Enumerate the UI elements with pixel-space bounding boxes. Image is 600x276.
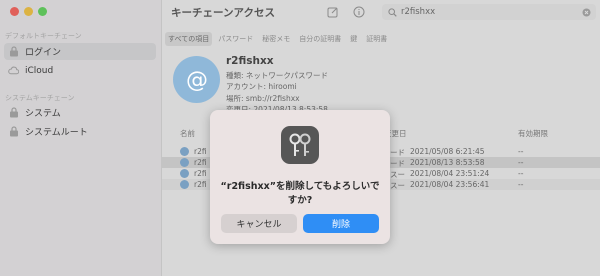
modal-overlay: “r2fishxx”を削除してもよろしいですか? キャンセル 削除 bbox=[0, 0, 600, 276]
cancel-button[interactable]: キャンセル bbox=[221, 214, 297, 233]
keychain-app-icon bbox=[281, 126, 319, 164]
dialog-message: “r2fishxx”を削除してもよろしいですか? bbox=[220, 181, 380, 206]
delete-confirmation-dialog: “r2fishxx”を削除してもよろしいですか? キャンセル 削除 bbox=[210, 110, 390, 244]
delete-button[interactable]: 削除 bbox=[303, 214, 379, 233]
